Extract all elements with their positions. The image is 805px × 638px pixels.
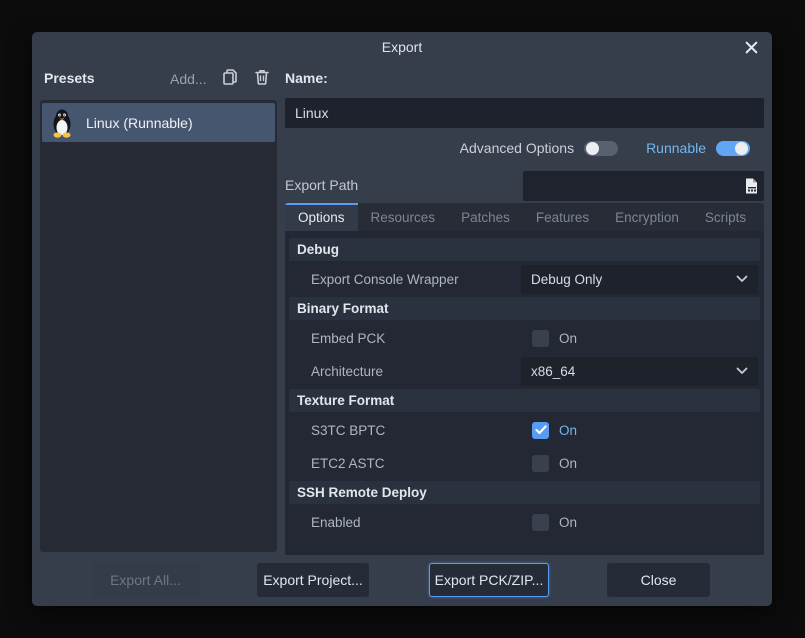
section-header-ssh-remote-deploy: SSH Remote Deploy: [289, 481, 760, 504]
advanced-options-row: Advanced Options Runnable: [285, 136, 764, 160]
tab-scripts[interactable]: Scripts: [692, 203, 759, 231]
option-row-export-console-wrapper: Export Console Wrapper Debug Only: [289, 264, 760, 294]
option-row-architecture: Architecture x86_64: [289, 356, 760, 386]
tab-patches[interactable]: Patches: [448, 203, 523, 231]
checkbox-on-label: On: [559, 331, 577, 346]
checkbox-on-label: On: [559, 423, 577, 438]
options-panel: Debug Export Console Wrapper Debug Only …: [285, 231, 764, 555]
export-path-row: Export Path: [285, 170, 764, 202]
add-preset-button[interactable]: Add...: [170, 71, 207, 87]
duplicate-preset-icon[interactable]: [221, 68, 241, 88]
architecture-dropdown[interactable]: x86_64: [521, 357, 758, 386]
etc2-astc-checkbox[interactable]: [532, 455, 549, 472]
s3tc-bptc-checkbox[interactable]: [532, 422, 549, 439]
advanced-options-toggle[interactable]: [584, 141, 618, 156]
delete-preset-icon[interactable]: [253, 68, 273, 88]
export-dialog: Export Presets Add...: [32, 32, 772, 606]
ssh-enabled-checkbox[interactable]: [532, 514, 549, 531]
export-all-button[interactable]: Export All...: [92, 563, 199, 597]
chevron-down-icon: [736, 367, 748, 375]
export-project-button[interactable]: Export Project...: [257, 563, 369, 597]
checkbox-on-label: On: [559, 515, 577, 530]
linux-tux-icon: [48, 108, 76, 138]
toggle-knob: [735, 142, 748, 155]
dropdown-value: x86_64: [531, 364, 736, 379]
runnable-label: Runnable: [646, 140, 706, 156]
option-label: Embed PCK: [289, 331, 521, 346]
option-row-enabled: Enabled On: [289, 507, 760, 537]
option-label: Export Console Wrapper: [289, 272, 521, 287]
option-row-s3tc-bptc: S3TC BPTC On: [289, 415, 760, 445]
preset-list: Linux (Runnable): [40, 100, 277, 552]
close-button[interactable]: Close: [607, 563, 710, 597]
export-pck-zip-button[interactable]: Export PCK/ZIP...: [429, 563, 549, 597]
section-header-binary-format: Binary Format: [289, 297, 760, 320]
presets-header: Presets: [44, 70, 95, 86]
close-icon[interactable]: [742, 38, 760, 56]
option-label: Enabled: [289, 515, 521, 530]
section-header-debug: Debug: [289, 238, 760, 261]
option-label: ETC2 ASTC: [289, 456, 521, 471]
export-path-label: Export Path: [285, 177, 358, 193]
tab-resources[interactable]: Resources: [358, 203, 449, 231]
name-label: Name:: [285, 70, 328, 86]
export-console-wrapper-dropdown[interactable]: Debug Only: [521, 265, 758, 294]
runnable-toggle[interactable]: [716, 141, 750, 156]
tab-encryption[interactable]: Encryption: [602, 203, 692, 231]
dropdown-value: Debug Only: [531, 272, 736, 287]
preset-item-linux[interactable]: Linux (Runnable): [42, 103, 275, 142]
tab-features[interactable]: Features: [523, 203, 602, 231]
checkbox-on-label: On: [559, 456, 577, 471]
export-path-input[interactable]: [523, 171, 764, 201]
embed-pck-checkbox[interactable]: [532, 330, 549, 347]
option-label: S3TC BPTC: [289, 423, 521, 438]
export-tabs: Options Resources Patches Features Encry…: [285, 203, 764, 231]
advanced-options-label: Advanced Options: [460, 140, 574, 156]
titlebar: Export: [32, 32, 772, 60]
tab-options[interactable]: Options: [285, 203, 358, 231]
file-browse-icon[interactable]: [742, 177, 760, 195]
dialog-title: Export: [32, 32, 772, 62]
option-row-embed-pck: Embed PCK On: [289, 323, 760, 353]
name-input[interactable]: [285, 98, 764, 128]
toggle-knob: [586, 142, 599, 155]
option-label: Architecture: [289, 364, 521, 379]
preset-item-label: Linux (Runnable): [86, 115, 193, 131]
option-row-etc2-astc: ETC2 ASTC On: [289, 448, 760, 478]
section-header-texture-format: Texture Format: [289, 389, 760, 412]
chevron-down-icon: [736, 275, 748, 283]
